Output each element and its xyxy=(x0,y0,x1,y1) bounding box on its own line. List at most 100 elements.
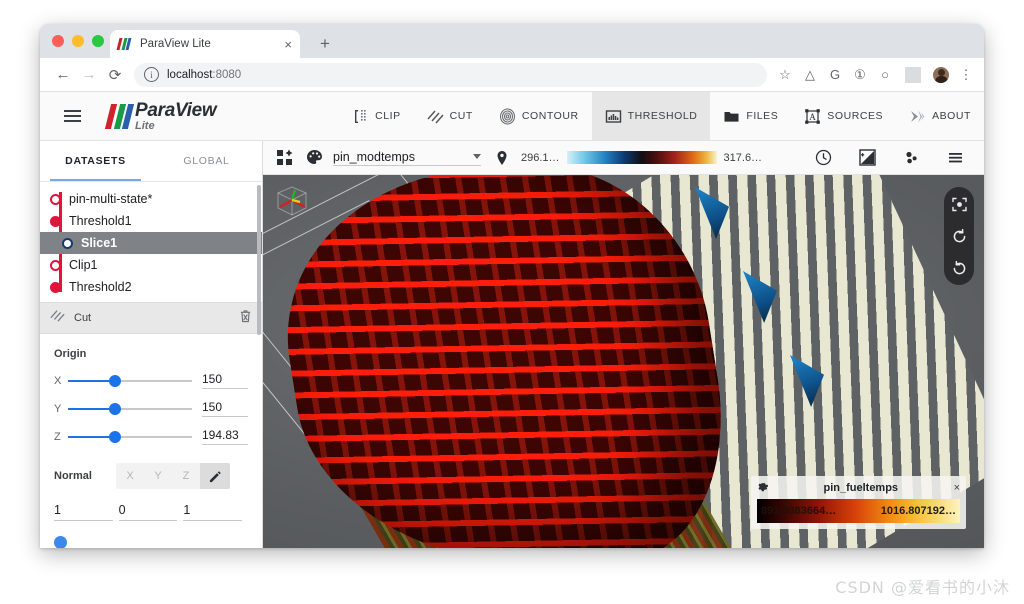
rotate-left-button[interactable] xyxy=(948,225,970,247)
maximize-window-button[interactable] xyxy=(92,35,104,47)
pipeline-node-icon[interactable] xyxy=(62,237,73,249)
slider-knob[interactable] xyxy=(109,430,122,443)
toolbar-label-about: ABOUT xyxy=(932,110,971,122)
tree-item-threshold1[interactable]: Threshold1 xyxy=(40,210,262,232)
time-clock-icon[interactable] xyxy=(812,147,834,169)
origin-y-slider[interactable] xyxy=(68,402,192,415)
cut-toggle-knob[interactable] xyxy=(54,535,67,548)
toolbar-button-contour[interactable]: CONTOUR xyxy=(486,92,592,140)
tab-close-icon[interactable]: × xyxy=(284,38,292,51)
pipeline-node-icon[interactable] xyxy=(50,281,61,293)
forward-button[interactable]: → xyxy=(76,62,102,88)
grammarly-icon[interactable]: G xyxy=(827,67,843,83)
moon-icon[interactable]: ○ xyxy=(877,67,893,83)
render-viewport[interactable]: pin_modtemps 296.1… 317.6… pin_fueltemps… xyxy=(263,141,984,548)
site-info-icon[interactable]: i xyxy=(144,67,159,82)
window-traffic-lights xyxy=(52,35,104,47)
toolbar-button-files[interactable]: FILES xyxy=(710,92,791,140)
tab-datasets[interactable]: DATASETS xyxy=(40,141,151,181)
tree-item-clip1[interactable]: Clip1 xyxy=(40,254,262,276)
avatar[interactable] xyxy=(933,66,949,83)
array-selector[interactable]: pin_modtemps xyxy=(333,150,481,166)
origin-x-row: X 150 xyxy=(54,372,248,389)
chevron-down-icon[interactable] xyxy=(473,154,481,159)
toolbar-button-about[interactable]: ABOUT xyxy=(896,92,984,140)
pipeline-node-icon[interactable] xyxy=(50,215,61,227)
slider-knob[interactable] xyxy=(109,402,122,415)
normal-value-x[interactable]: 1 xyxy=(54,503,113,521)
pipeline-node-icon[interactable] xyxy=(50,193,61,205)
address-bar[interactable]: i localhost:8080 xyxy=(134,62,767,87)
logo-subtitle: Lite xyxy=(135,119,155,132)
normal-value-y[interactable]: 0 xyxy=(118,503,178,521)
toolbar-button-clip[interactable]: CLIP xyxy=(339,92,414,140)
map-pin-icon[interactable] xyxy=(491,147,513,169)
onepassword-icon[interactable]: ① xyxy=(852,67,868,83)
tree-item-label: pin-multi-state* xyxy=(69,192,153,206)
origin-z-value[interactable]: 194.83 xyxy=(202,428,248,445)
main-menu-icon[interactable] xyxy=(50,110,94,122)
colormap-bar[interactable] xyxy=(566,151,717,164)
range-max: 317.6… xyxy=(723,151,763,164)
toolbar-button-threshold[interactable]: THRESHOLD xyxy=(591,92,711,140)
palette-icon[interactable] xyxy=(303,147,325,169)
browser-url-bar: ← → ⟳ i localhost:8080 ☆ △ G ① ○ ⋮ xyxy=(40,58,984,92)
legend-title: pin_fueltemps xyxy=(823,482,899,494)
sidebar-scrollbar[interactable] xyxy=(257,185,261,335)
legend-color-bar[interactable]: 891.9083664… 1016.807192… xyxy=(757,499,960,523)
origin-label: Origin xyxy=(54,348,87,360)
scalar-bar-legend[interactable]: pin_fueltemps × 891.9083664… 1016.807192… xyxy=(751,476,966,529)
toolbar-button-sources[interactable]: A SOURCES xyxy=(791,92,896,140)
origin-z-row: Z 194.83 xyxy=(54,428,248,445)
normal-button-y[interactable]: Y xyxy=(144,463,172,489)
origin-y-value[interactable]: 150 xyxy=(202,400,248,417)
normal-button-x[interactable]: X xyxy=(116,463,144,489)
cut-toggle-row[interactable] xyxy=(54,535,248,548)
properties-panel: Origin X 150 Y 150 Z 194.83 Normal X Y Z… xyxy=(40,334,262,548)
cut-icon xyxy=(50,308,65,328)
tab-global[interactable]: GLOBAL xyxy=(151,141,262,181)
tree-item-threshold2[interactable]: Threshold2 xyxy=(40,276,262,298)
layout-grid-icon[interactable] xyxy=(273,147,295,169)
delete-filter-icon[interactable] xyxy=(239,309,252,328)
drive-icon[interactable]: △ xyxy=(802,67,818,83)
logo-title: ParaView xyxy=(135,99,217,121)
pencil-icon[interactable] xyxy=(200,463,230,489)
viewport-toolbar: pin_modtemps 296.1… 317.6… xyxy=(263,141,984,175)
tree-item-pin-multi-state[interactable]: pin-multi-state* xyxy=(40,188,262,210)
origin-z-slider[interactable] xyxy=(68,430,192,443)
normal-value-z[interactable]: 1 xyxy=(183,503,243,521)
reload-button[interactable]: ⟳ xyxy=(102,62,128,88)
origin-x-value[interactable]: 150 xyxy=(202,372,248,389)
reset-camera-button[interactable] xyxy=(948,193,970,215)
legend-close-icon[interactable]: × xyxy=(954,482,960,494)
minimize-window-button[interactable] xyxy=(72,35,84,47)
tree-item-slice1[interactable]: Slice1 xyxy=(40,232,262,254)
3d-scene[interactable]: pin_fueltemps × 891.9083664… 1016.807192… xyxy=(263,175,984,548)
browser-tab[interactable]: ParaView Lite × xyxy=(110,30,300,58)
sidebar: DATASETS GLOBAL pin-multi-state* Thresho… xyxy=(40,141,263,548)
tree-item-label: Slice1 xyxy=(81,236,118,250)
contrast-icon[interactable] xyxy=(856,147,878,169)
rotate-right-button[interactable] xyxy=(948,257,970,279)
bookmark-star-icon[interactable]: ☆ xyxy=(777,67,793,83)
orientation-axes-widget[interactable] xyxy=(271,183,313,219)
normal-row: Normal X Y Z xyxy=(54,463,248,489)
toolbar-button-cut[interactable]: CUT xyxy=(414,92,486,140)
browser-menu-icon[interactable]: ⋮ xyxy=(958,67,974,83)
array-name: pin_modtemps xyxy=(333,149,415,164)
normal-button-z[interactable]: Z xyxy=(172,463,200,489)
scatter-dots-icon[interactable] xyxy=(900,147,922,169)
close-window-button[interactable] xyxy=(52,35,64,47)
slider-knob[interactable] xyxy=(109,374,122,387)
svg-text:A: A xyxy=(810,112,817,122)
origin-x-slider[interactable] xyxy=(68,374,192,387)
back-button[interactable]: ← xyxy=(50,62,76,88)
pipeline-node-icon[interactable] xyxy=(50,259,61,271)
normal-axis-buttons: X Y Z xyxy=(116,463,230,489)
toolbar-label-files: FILES xyxy=(746,110,779,122)
settings-gear-icon[interactable] xyxy=(757,481,769,495)
menu-lines-icon[interactable] xyxy=(944,147,966,169)
tab-title: ParaView Lite xyxy=(140,38,211,50)
new-tab-button[interactable]: + xyxy=(320,35,330,52)
